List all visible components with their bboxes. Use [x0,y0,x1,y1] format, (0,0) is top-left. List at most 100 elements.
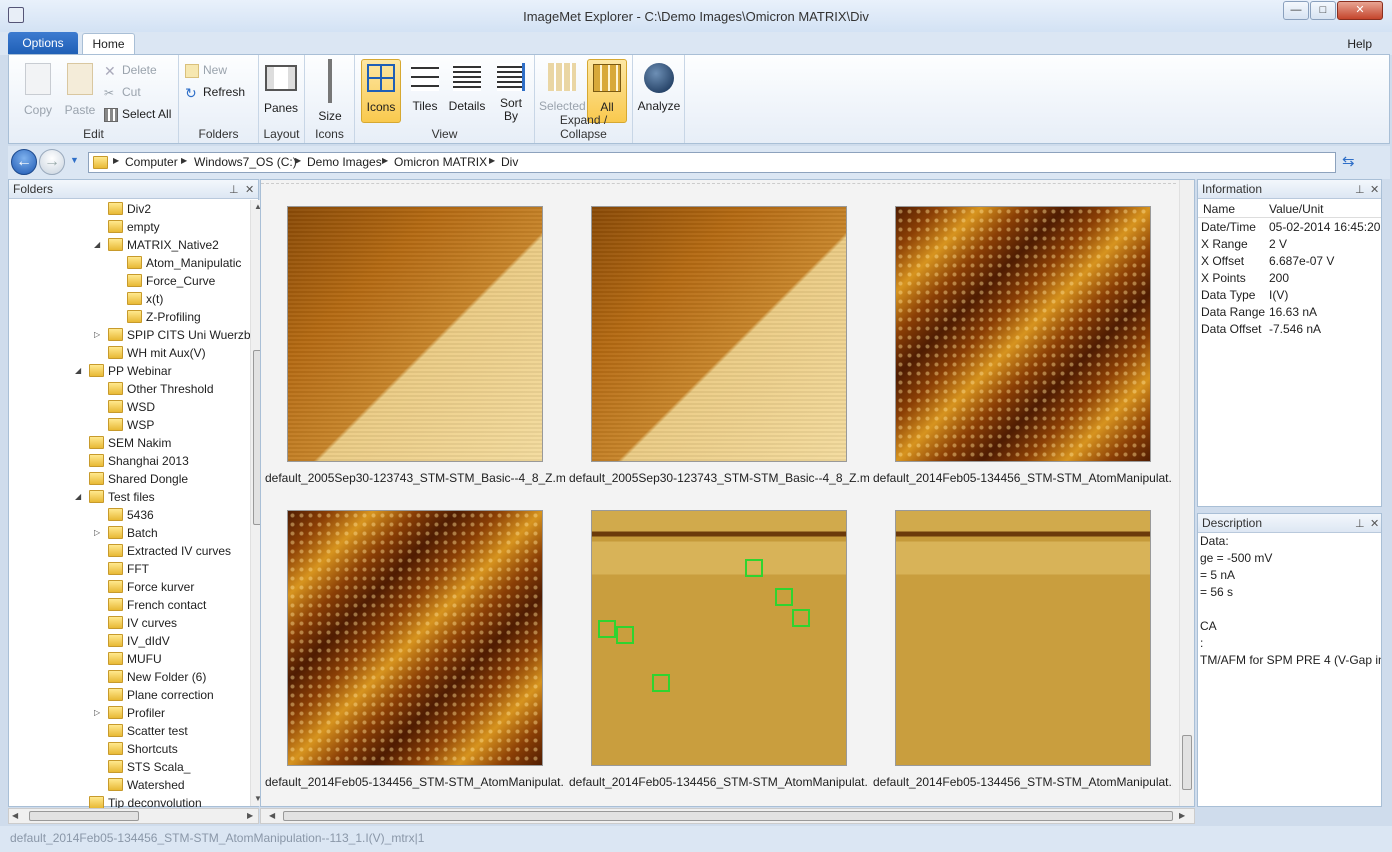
thumbnail-image[interactable] [287,510,543,766]
analyze-button[interactable]: Analyze [637,59,681,113]
panes-button[interactable]: Panes [261,59,301,115]
tree-item[interactable]: French contact [108,596,206,614]
scroll-left-icon[interactable]: ◀ [12,811,18,820]
delete-button[interactable]: ✕ Delete [104,61,157,79]
view-icons-button[interactable]: Icons [361,59,401,123]
expander-icon[interactable]: ▷ [94,524,100,542]
tree-item[interactable]: Plane correction [108,686,214,704]
expander-icon[interactable]: ▷ [94,326,100,344]
close-pane-icon[interactable]: ✕ [245,181,254,199]
thumbnail-image[interactable] [287,206,543,462]
tree-item[interactable]: ◢ MATRIX_Native2 [94,236,219,254]
tree-item[interactable]: Z-Profiling [127,308,201,326]
expander-icon[interactable]: ◢ [94,236,100,254]
close-button[interactable]: ✕ [1337,1,1383,20]
tree-item[interactable]: New Folder (6) [108,668,206,686]
breadcrumb-item-omicron-matrix[interactable]: Omicron MATRIX [394,155,487,169]
view-details-button[interactable]: Details [447,59,487,113]
tree-item[interactable]: IV_dIdV [108,632,170,650]
thumbnail-caption[interactable]: default_2014Feb05-134456_STM-STM_AtomMan… [873,775,1173,789]
expander-icon[interactable]: ◢ [75,362,81,380]
scroll-right-icon[interactable]: ▶ [247,811,253,820]
tree-item[interactable]: WSD [108,398,155,416]
refresh-button[interactable]: ↻ Refresh [185,83,245,101]
select-all-button[interactable]: Select All [104,105,171,123]
thumbnail-caption[interactable]: default_2005Sep30-123743_STM-STM_Basic--… [265,471,565,485]
tree-item[interactable]: 5436 [108,506,154,524]
tree-item[interactable]: Shortcuts [108,740,178,758]
thumbnail-caption[interactable]: default_2014Feb05-134456_STM-STM_AtomMan… [569,775,869,789]
history-dropdown-icon[interactable]: ▼ [70,155,79,165]
tree-item[interactable]: Other Threshold [108,380,214,398]
tree-item[interactable]: Shanghai 2013 [89,452,189,470]
tree-item[interactable]: Force kurver [108,578,194,596]
tree-item[interactable]: FFT [108,560,149,578]
pin-icon[interactable]: ⊥ [1355,515,1365,533]
close-pane-icon[interactable]: ✕ [1370,181,1379,199]
tree-item[interactable]: Scatter test [108,722,188,740]
tree-item[interactable]: IV curves [108,614,177,632]
sort-by-button[interactable]: Sort By [491,59,531,123]
thumbnail-image[interactable] [895,206,1151,462]
tree-item[interactable]: Extracted IV curves [108,542,231,560]
tree-item[interactable]: WSP [108,416,154,434]
thumbnail-image[interactable] [591,510,847,766]
address-refresh-icon[interactable]: ⇆ [1342,152,1355,170]
breadcrumb-item-computer[interactable]: Computer [125,155,178,169]
copy-button[interactable]: Copy [19,59,57,117]
tree-item[interactable]: x(t) [127,290,163,308]
scroll-thumb[interactable] [283,811,1173,821]
scroll-thumb[interactable] [1182,735,1192,790]
folders-hscrollbar[interactable]: ◀ ▶ [8,808,259,824]
cut-button[interactable]: ✂ Cut [104,83,141,101]
tree-item[interactable]: WH mit Aux(V) [108,344,206,362]
tree-item[interactable]: STS Scala_ [108,758,190,776]
tree-item[interactable]: ▷ Profiler [94,704,165,722]
thumbnail-caption[interactable]: default_2014Feb05-134456_STM-STM_AtomMan… [265,775,565,789]
back-button[interactable]: ← [11,149,37,175]
tree-item[interactable]: ◢ PP Webinar [75,362,172,380]
thumbnail-image[interactable] [591,206,847,462]
help-link[interactable]: Help [1347,37,1372,51]
tree-item[interactable]: ◢ Test files [75,488,155,506]
maximize-button[interactable]: □ [1310,1,1336,20]
main-scrollbar[interactable] [1179,180,1194,806]
col-name-header[interactable]: Name [1203,202,1235,216]
scroll-right-icon[interactable]: ▶ [1179,811,1185,820]
thumbnail-caption[interactable]: default_2014Feb05-134456_STM-STM_AtomMan… [873,471,1173,485]
tree-item[interactable]: MUFU [108,650,162,668]
pin-icon[interactable]: ⊥ [1355,181,1365,199]
tree-item[interactable]: Force_Curve [127,272,215,290]
paste-button[interactable]: Paste [61,59,99,117]
tree-item[interactable]: empty [108,218,160,236]
tree-item[interactable]: Watershed [108,776,185,794]
expander-icon[interactable]: ◢ [75,488,81,506]
col-value-header[interactable]: Value/Unit [1269,202,1323,216]
expander-icon[interactable]: ▷ [94,704,100,722]
tab-options[interactable]: Options [8,32,78,54]
thumbnail-hscrollbar[interactable]: ◀ ▶ [260,808,1195,824]
forward-button[interactable]: → [39,149,65,175]
tree-item[interactable]: ▷ Batch [94,524,158,542]
tree-item[interactable]: Div2 [108,200,151,218]
close-pane-icon[interactable]: ✕ [1370,515,1379,533]
breadcrumb[interactable]: ▶ Computer ▶ Windows7_OS (C:) ▶ Demo Ima… [88,152,1336,173]
view-tiles-button[interactable]: Tiles [405,59,445,113]
tab-home[interactable]: Home [82,33,135,55]
size-slider[interactable]: Size [311,59,349,123]
minimize-button[interactable]: — [1283,1,1309,20]
new-folder-button[interactable]: New [185,61,227,79]
thumbnail-image[interactable] [895,510,1151,766]
tree-item[interactable]: Shared Dongle [89,470,188,488]
expand-selected-button[interactable]: Selected [539,59,586,113]
breadcrumb-item-div[interactable]: Div [501,155,518,169]
tree-item[interactable]: Atom_Manipulatic [127,254,241,272]
scroll-left-icon[interactable]: ◀ [269,811,275,820]
scroll-thumb[interactable] [29,811,139,821]
thumbnail-caption[interactable]: default_2005Sep30-123743_STM-STM_Basic--… [569,471,869,485]
breadcrumb-item-demo-images[interactable]: Demo Images [307,155,382,169]
breadcrumb-item-drive[interactable]: Windows7_OS (C:) [194,155,297,169]
pin-icon[interactable]: ⊥ [229,181,239,199]
tree-item[interactable]: ▷ SPIP CITS Uni Wuerzb [94,326,251,344]
tree-item[interactable]: SEM Nakim [89,434,171,452]
